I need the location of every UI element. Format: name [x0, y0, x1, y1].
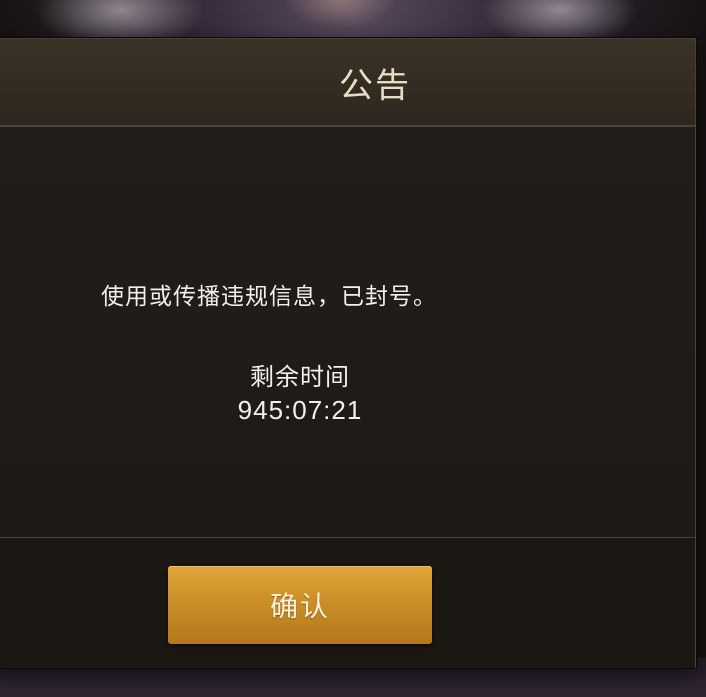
- remaining-time-countdown: 945:07:21: [237, 395, 363, 425]
- game-screen: 公告 使用或传播违规信息，已封号。 剩余时间 945:07:21 确认: [0, 0, 706, 697]
- confirm-button[interactable]: 确认: [168, 566, 432, 644]
- dialog-body: 使用或传播违规信息，已封号。 剩余时间 945:07:21: [0, 127, 695, 537]
- dialog-header: 公告: [0, 39, 695, 127]
- dialog-footer: 确认: [0, 537, 695, 668]
- dialog-title: 公告: [339, 65, 411, 106]
- ban-message: 使用或传播违规信息，已封号。: [101, 284, 437, 310]
- remaining-time-label: 剩余时间: [250, 363, 350, 391]
- announcement-dialog: 公告 使用或传播违规信息，已封号。 剩余时间 945:07:21 确认: [0, 38, 696, 668]
